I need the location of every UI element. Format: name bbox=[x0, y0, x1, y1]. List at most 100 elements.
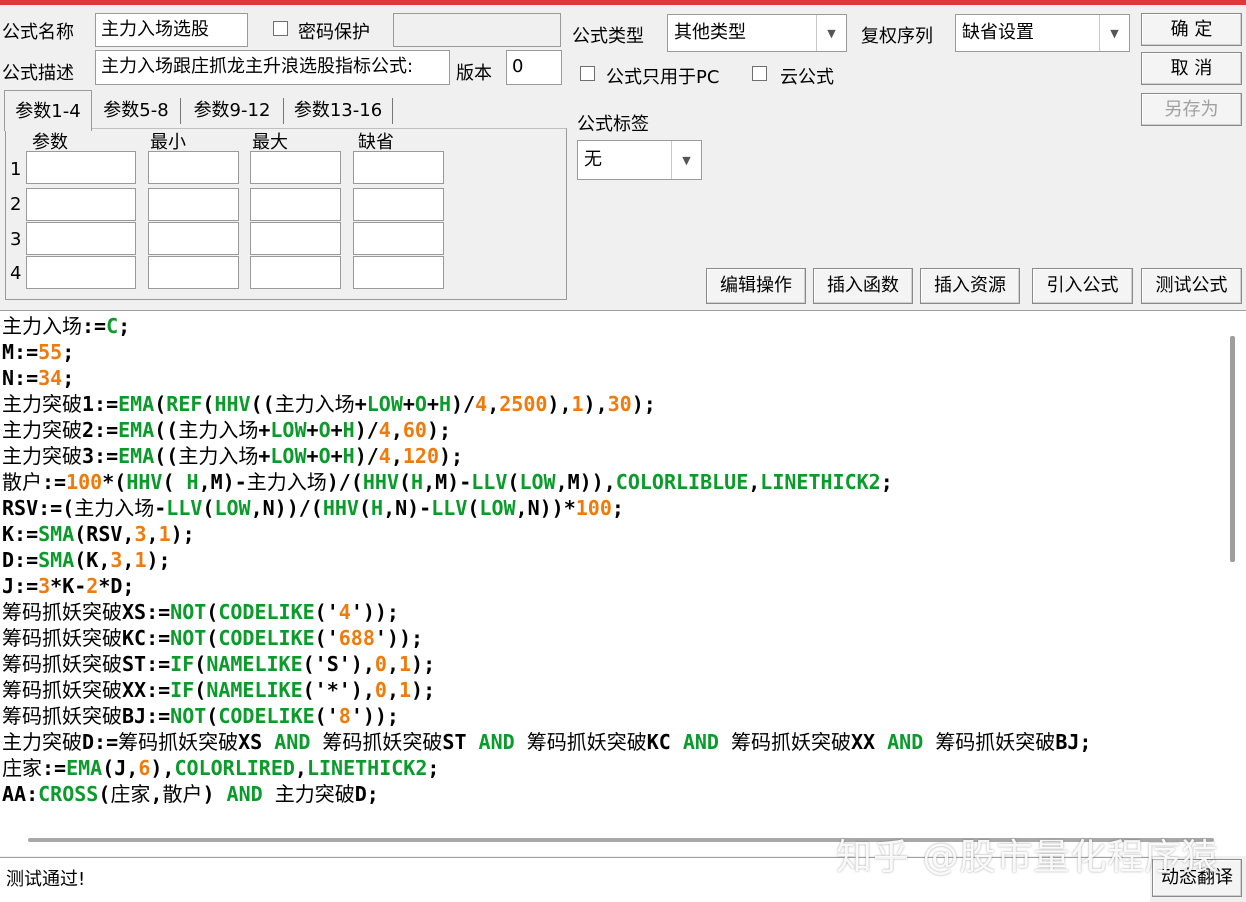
code-token: ), bbox=[150, 756, 175, 780]
code-token: , bbox=[122, 548, 135, 572]
code-line: D:=SMA(K,3,1); bbox=[2, 547, 171, 573]
code-token: O bbox=[318, 418, 331, 442]
code-token: 0 bbox=[374, 678, 387, 702]
code-token: H bbox=[342, 418, 355, 442]
code-token: ) bbox=[202, 782, 227, 806]
param-min-input[interactable] bbox=[148, 256, 239, 289]
insert-function-button[interactable]: 插入函数 bbox=[813, 268, 913, 304]
code-token: HHV bbox=[126, 470, 163, 494]
cancel-button[interactable]: 取 消 bbox=[1141, 52, 1242, 85]
code-line: 主力突破2:=EMA((主力入场+LOW+O+H)/4,60); bbox=[2, 417, 451, 443]
param-max-input[interactable] bbox=[250, 188, 341, 221]
param-min-input[interactable] bbox=[148, 222, 239, 255]
save-as-button[interactable]: 另存为 bbox=[1141, 93, 1242, 126]
tab-params-9-12[interactable]: 参数9-12 bbox=[186, 94, 278, 128]
tab-params-13-16[interactable]: 参数13-16 bbox=[288, 94, 388, 128]
code-token: , bbox=[390, 418, 403, 442]
code-token: 60 bbox=[402, 418, 427, 442]
code-token: ); bbox=[411, 652, 436, 676]
param-min-input[interactable] bbox=[148, 188, 239, 221]
param-default-input[interactable] bbox=[353, 151, 444, 184]
code-token: XX bbox=[851, 730, 888, 754]
param-default-input[interactable] bbox=[353, 256, 444, 289]
code-token: 筹码抓妖突破 bbox=[2, 600, 122, 624]
code-token: HHV bbox=[322, 496, 359, 520]
code-token: ')); bbox=[350, 600, 399, 624]
param-default-input[interactable] bbox=[353, 188, 444, 221]
code-token: 筹码抓妖突破 bbox=[2, 626, 122, 650]
formula-tag-value: 无 bbox=[584, 149, 602, 170]
code-token: C bbox=[106, 314, 119, 338]
param-name-input[interactable] bbox=[26, 222, 136, 255]
tab-params-5-8[interactable]: 参数5-8 bbox=[96, 94, 176, 128]
param-max-input[interactable] bbox=[250, 222, 341, 255]
code-token: AA: bbox=[2, 782, 39, 806]
code-token: H bbox=[439, 392, 452, 416]
code-token: LINETHICK2 bbox=[760, 470, 881, 494]
code-token: O bbox=[414, 392, 427, 416]
password-input[interactable] bbox=[393, 13, 561, 47]
param-name-input[interactable] bbox=[26, 188, 136, 221]
code-token: ,N))* bbox=[515, 496, 576, 520]
code-token: 筹码抓妖突破 bbox=[2, 652, 122, 676]
code-token: *D; bbox=[98, 574, 135, 598]
code-token: 1 bbox=[571, 392, 584, 416]
code-token: 筹码抓妖突破 bbox=[118, 730, 239, 754]
formula-tag-select[interactable]: 无 ▼ bbox=[577, 140, 702, 180]
ok-button[interactable]: 确 定 bbox=[1141, 13, 1242, 46]
param-min-input[interactable] bbox=[148, 151, 239, 184]
code-token: LLV bbox=[471, 470, 508, 494]
param-row-number: 1 bbox=[10, 159, 22, 180]
formula-type-select[interactable]: 其他类型 ▼ bbox=[667, 14, 847, 52]
restore-series-select[interactable]: 缺省设置 ▼ bbox=[955, 14, 1130, 52]
code-token: ; bbox=[427, 756, 440, 780]
code-token: IF bbox=[170, 652, 195, 676]
param-row-number: 4 bbox=[10, 263, 22, 284]
code-token: (' bbox=[314, 626, 339, 650]
vertical-scrollbar[interactable] bbox=[1230, 336, 1235, 562]
import-formula-button[interactable]: 引入公式 bbox=[1032, 268, 1133, 304]
tab-params-1-4[interactable]: 参数1-4 bbox=[4, 90, 92, 131]
code-token: (' bbox=[314, 600, 339, 624]
code-token: ( bbox=[98, 782, 111, 806]
formula-type-label: 公式类型 bbox=[572, 26, 644, 47]
param-name-input[interactable] bbox=[26, 151, 136, 184]
code-token: 主力入场 bbox=[178, 418, 259, 442]
code-line: N:=34; bbox=[2, 365, 74, 391]
code-token: ); bbox=[170, 522, 195, 546]
formula-desc-input[interactable]: 主力入场跟庄抓龙主升浪选股指标公式: bbox=[95, 50, 450, 85]
version-input[interactable]: 0 bbox=[506, 50, 562, 85]
edit-operations-button[interactable]: 编辑操作 bbox=[706, 268, 806, 304]
chevron-down-icon[interactable]: ▼ bbox=[816, 15, 846, 51]
code-token: ( bbox=[162, 470, 187, 494]
cloud-formula-checkbox[interactable] bbox=[752, 66, 767, 81]
param-max-input[interactable] bbox=[250, 256, 341, 289]
formula-desc-label: 公式描述 bbox=[2, 63, 74, 84]
param-max-input[interactable] bbox=[250, 151, 341, 184]
formula-name-input[interactable]: 主力入场选股 bbox=[95, 13, 248, 47]
param-name-input[interactable] bbox=[26, 256, 136, 289]
watermark: 知乎 @股市量化程序猿 bbox=[836, 837, 1219, 878]
password-checkbox[interactable] bbox=[273, 21, 288, 36]
code-token: ('S'), bbox=[302, 652, 375, 676]
code-token: ( bbox=[206, 626, 219, 650]
code-token: + bbox=[330, 418, 343, 442]
code-token: ,M)- bbox=[198, 470, 247, 494]
code-token: 筹码抓妖突破 bbox=[2, 678, 122, 702]
pc-only-checkbox[interactable] bbox=[580, 66, 595, 81]
insert-resource-button[interactable]: 插入资源 bbox=[920, 268, 1020, 304]
code-editor[interactable]: 主力入场:=C; M:=55; N:=34; 主力突破1:=EMA(REF(HHV((… bbox=[0, 310, 1246, 856]
param-default-input[interactable] bbox=[353, 222, 444, 255]
chevron-down-icon[interactable]: ▼ bbox=[671, 141, 701, 179]
code-token: ,M)- bbox=[423, 470, 472, 494]
code-token: EMA bbox=[118, 392, 155, 416]
code-token: (RSV, bbox=[74, 522, 135, 546]
code-token: := bbox=[82, 314, 107, 338]
test-formula-button[interactable]: 测试公式 bbox=[1141, 268, 1242, 304]
chevron-down-icon[interactable]: ▼ bbox=[1099, 15, 1129, 51]
code-token: 4 bbox=[338, 600, 351, 624]
code-line: 筹码抓妖突破ST:=IF(NAMELIKE('S'),0,1); bbox=[2, 651, 435, 677]
code-token: NOT bbox=[170, 626, 207, 650]
code-token: 4 bbox=[378, 418, 391, 442]
code-line: 筹码抓妖突破XX:=IF(NAMELIKE('*'),0,1); bbox=[2, 677, 435, 703]
